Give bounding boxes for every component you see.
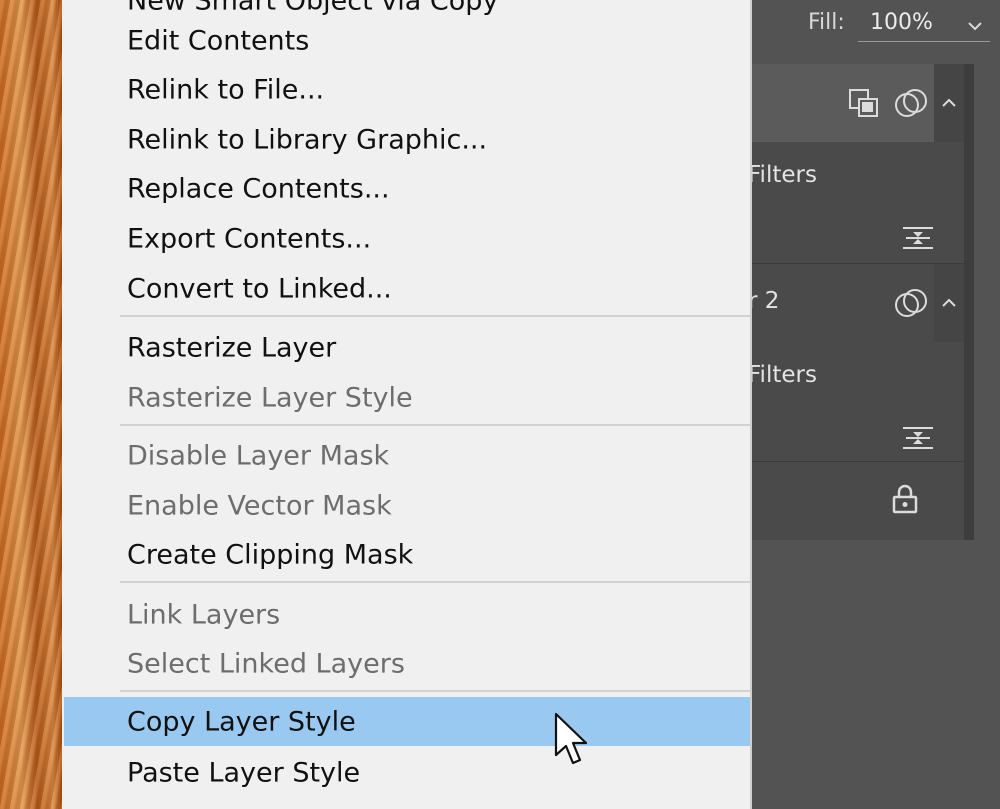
menu-item-label: Link Layers (127, 599, 281, 630)
menu-item-paste-layer-style[interactable]: Paste Layer Style (64, 748, 750, 797)
menu-separator (120, 424, 750, 426)
menu-separator (120, 690, 750, 692)
menu-item-export-contents[interactable]: Export Contents... (64, 214, 750, 263)
menu-item-copy-layer-style[interactable]: Copy Layer Style (64, 697, 750, 746)
menu-item-label: Convert to Linked... (127, 273, 392, 304)
fill-label: Fill: (808, 10, 845, 35)
menu-item-create-clipping-mask[interactable]: Create Clipping Mask (64, 530, 750, 579)
menu-item-label: Rasterize Layer (127, 332, 337, 363)
menu-item-label: Rasterize Layer Style (127, 382, 413, 413)
layer-name: r 2 (748, 288, 780, 314)
lock-icon[interactable] (892, 484, 918, 518)
menu-item-disable-layer-mask: Disable Layer Mask (64, 431, 750, 480)
menu-item-rasterize-layer-style: Rasterize Layer Style (64, 373, 750, 422)
menu-item-label: Select Linked Layers (127, 648, 405, 679)
collapse-effects-button[interactable] (934, 264, 964, 342)
filter-effects-icon[interactable] (894, 88, 928, 122)
menu-separator (120, 315, 750, 317)
canvas-image (0, 0, 62, 809)
menu-item-edit-contents[interactable]: Edit Contents (64, 16, 750, 65)
menu-item-link-layers: Link Layers (64, 590, 750, 639)
context-menu: New Smart Object via Copy Edit Contents … (62, 0, 752, 809)
filter-effects-icon[interactable] (894, 288, 928, 322)
menu-item-label: Copy Layer Style (127, 706, 356, 737)
menu-item-rasterize-layer[interactable]: Rasterize Layer (64, 323, 750, 372)
menu-item-label: Enable Vector Mask (127, 490, 392, 521)
fill-value: 100% (870, 10, 933, 35)
layer-row-smart-object[interactable] (752, 64, 964, 142)
layers-panel: Fill: 100% Filters r 2 Filters (748, 0, 1000, 809)
smart-filters-label: Filters (748, 362, 817, 388)
smart-object-icon (848, 88, 880, 122)
menu-item-relink-to-library-graphic[interactable]: Relink to Library Graphic... (64, 115, 750, 164)
menu-item-select-linked-layers: Select Linked Layers (64, 639, 750, 688)
mouse-pointer-icon (552, 711, 592, 771)
menu-item-convert-to-linked[interactable]: Convert to Linked... (64, 264, 750, 313)
menu-item-label: Relink to Library Graphic... (127, 124, 488, 155)
menu-item-label: New Smart Object via Copy (127, 0, 499, 16)
menu-item-label: Paste Layer Style (127, 757, 361, 788)
menu-item-label: Replace Contents... (127, 173, 390, 204)
menu-item-relink-to-file[interactable]: Relink to File... (64, 65, 750, 114)
menu-item-label: Relink to File... (127, 74, 325, 105)
chevron-down-icon[interactable] (968, 16, 982, 35)
menu-item-replace-contents[interactable]: Replace Contents... (64, 164, 750, 213)
menu-item-label: Create Clipping Mask (127, 539, 414, 570)
menu-item-label: Edit Contents (127, 25, 310, 56)
layer-row-2[interactable]: r 2 (748, 264, 964, 342)
smart-filters-label: Filters (748, 162, 817, 188)
chevron-up-icon (942, 98, 956, 107)
fill-input[interactable]: 100% (858, 10, 990, 42)
menu-item-label: Export Contents... (127, 223, 372, 254)
filter-options-icon[interactable] (902, 226, 934, 254)
collapse-effects-button[interactable] (934, 64, 964, 142)
smart-filters-row-2[interactable]: Filters (748, 342, 964, 462)
chevron-up-icon (942, 298, 956, 307)
menu-separator (120, 581, 750, 583)
filter-options-icon[interactable] (902, 426, 934, 454)
smart-filters-row-1[interactable]: Filters (748, 142, 964, 264)
menu-item-enable-vector-mask: Enable Vector Mask (64, 481, 750, 530)
menu-item-label: Disable Layer Mask (127, 440, 390, 471)
layer-row-background[interactable] (752, 462, 964, 540)
panel-scrollbar[interactable] (964, 64, 974, 540)
